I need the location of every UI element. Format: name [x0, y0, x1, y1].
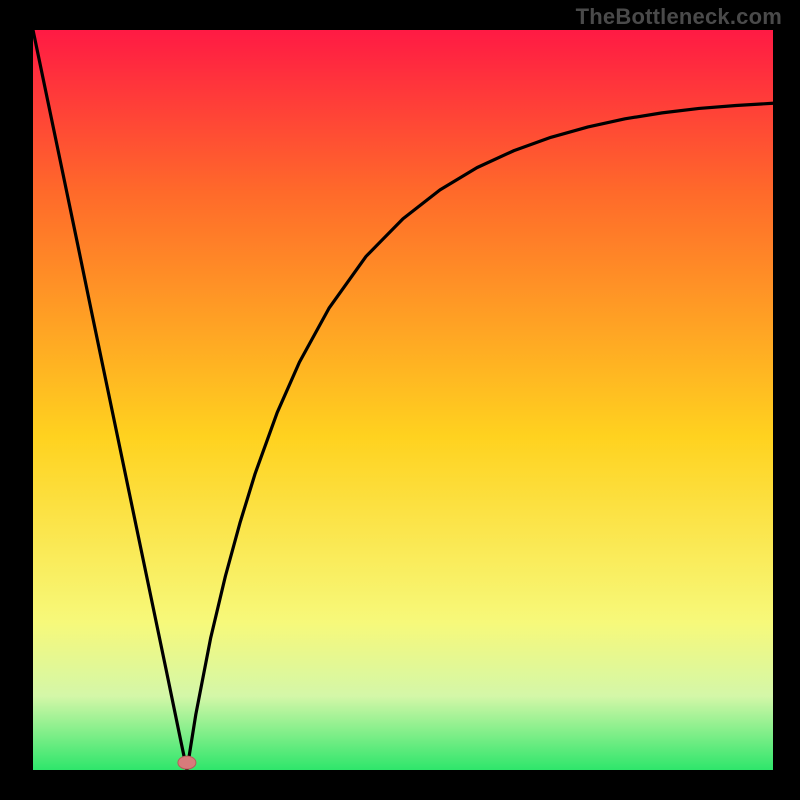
watermark-text: TheBottleneck.com: [576, 4, 782, 30]
bottleneck-curve-chart: [33, 30, 773, 770]
plot-area: [33, 30, 773, 770]
chart-frame: TheBottleneck.com: [0, 0, 800, 800]
optimal-point-marker: [178, 756, 196, 769]
gradient-background: [33, 30, 773, 770]
